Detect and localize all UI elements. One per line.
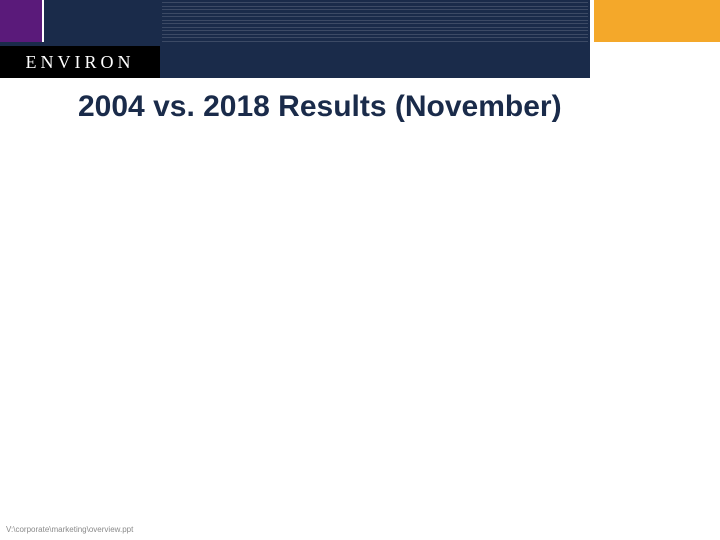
logo: ENVIRON	[0, 46, 160, 78]
slide: ENVIRON 2004 vs. 2018 Results (November)…	[0, 0, 720, 540]
logo-text: ENVIRON	[26, 52, 135, 73]
header-pinstripes	[162, 2, 588, 42]
header-accent-purple	[0, 0, 44, 42]
page-title: 2004 vs. 2018 Results (November)	[78, 90, 678, 124]
header-accent-orange	[594, 0, 720, 42]
footer-filepath: V:\corporate\marketing\overview.ppt	[6, 525, 133, 534]
